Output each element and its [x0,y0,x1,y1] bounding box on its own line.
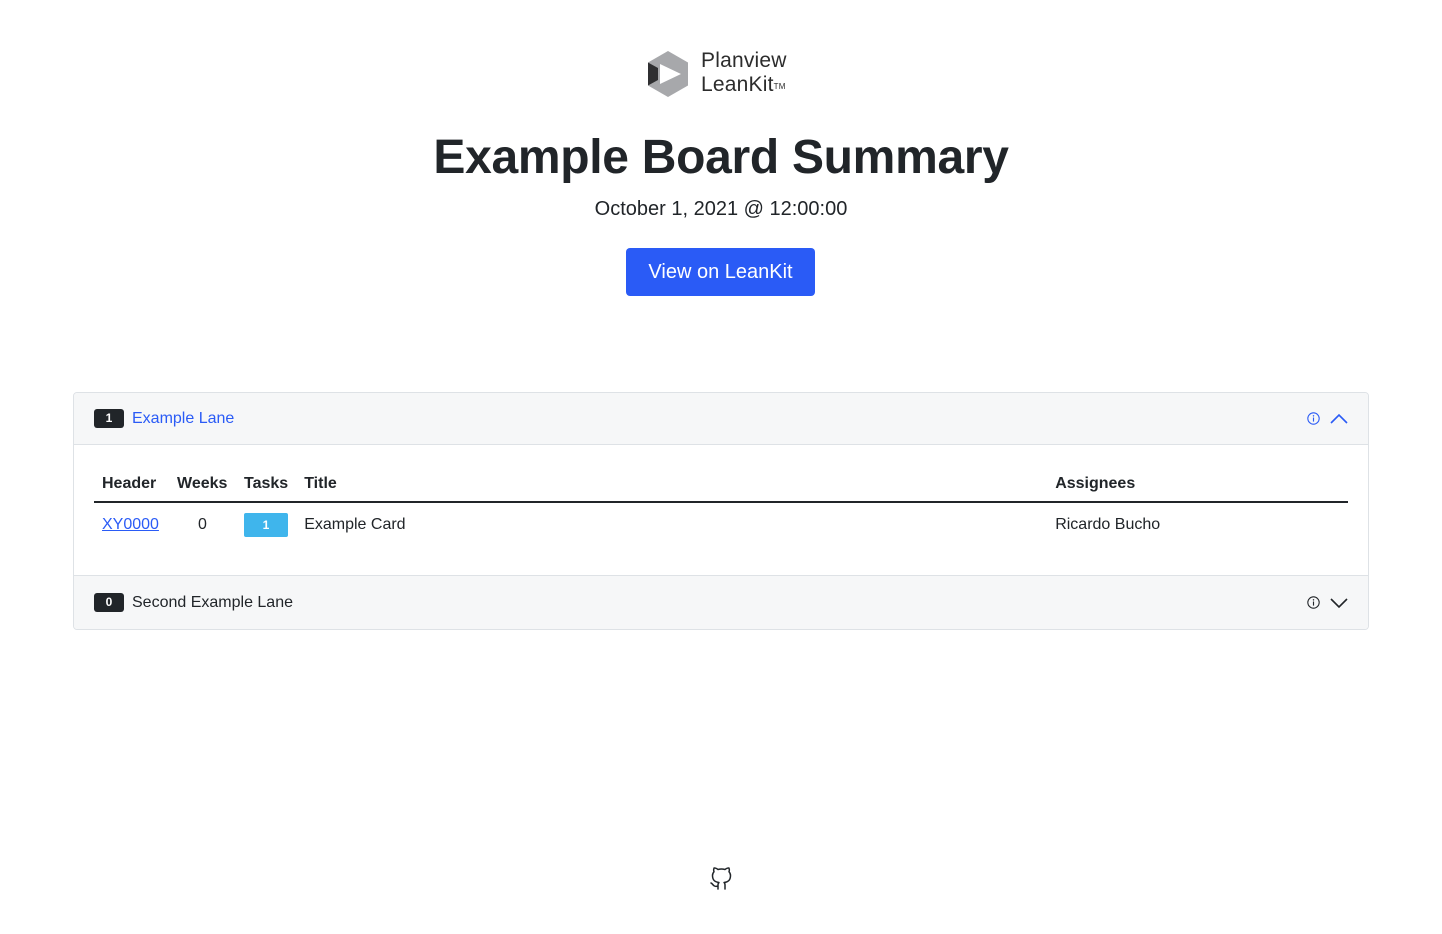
chevron-down-icon[interactable] [1330,597,1348,609]
chevron-up-icon[interactable] [1330,413,1348,425]
brand-logo: Planview LeanKitTM [646,49,806,99]
card-assignees: Ricardo Bucho [1055,516,1161,533]
brand-line-2: LeanKit [701,73,774,96]
column-header-assignees: Assignees [1047,467,1348,503]
view-on-leankit-button[interactable]: View on LeanKit [626,248,815,296]
card-weeks: 0 [198,516,207,533]
info-icon[interactable] [1307,596,1320,609]
lane-count-badge: 0 [94,593,124,612]
table-row: XY0000 0 1 Example Card Ricardo Bucho [94,502,1348,545]
page-date: October 1, 2021 @ 12:00:00 [594,198,848,220]
lane-name: Example Lane [132,409,235,427]
card-header-link[interactable]: XY0000 [102,516,159,533]
column-header-header: Header [94,467,169,503]
cards-table: Header Weeks Tasks Title Assignees XY000… [94,467,1348,545]
github-icon[interactable] [709,867,733,891]
info-icon[interactable] [1307,412,1320,425]
task-count-badge: 1 [244,513,288,537]
lane-header-example-lane[interactable]: 1 Example Lane [74,393,1368,445]
brand-trademark: TM [773,82,786,91]
lane-name: Second Example Lane [132,593,293,611]
table-header-row: Header Weeks Tasks Title Assignees [94,467,1348,503]
planview-logo-icon [648,51,688,97]
column-header-tasks: Tasks [236,467,297,503]
column-header-title: Title [296,467,1048,503]
lane-count-badge: 1 [94,409,124,428]
lane-body-example-lane: Header Weeks Tasks Title Assignees XY000… [74,445,1368,575]
page-title: Example Board Summary [433,131,1009,184]
brand-wordmark: Planview LeanKitTM [701,49,787,97]
column-header-weeks: Weeks [169,467,236,503]
lanes-accordion: 1 Example Lane Header Weeks Tasks Title … [73,392,1369,630]
lane-header-second-example-lane[interactable]: 0 Second Example Lane [74,575,1368,629]
brand-line-1: Planview [701,49,787,72]
card-title: Example Card [304,516,406,533]
